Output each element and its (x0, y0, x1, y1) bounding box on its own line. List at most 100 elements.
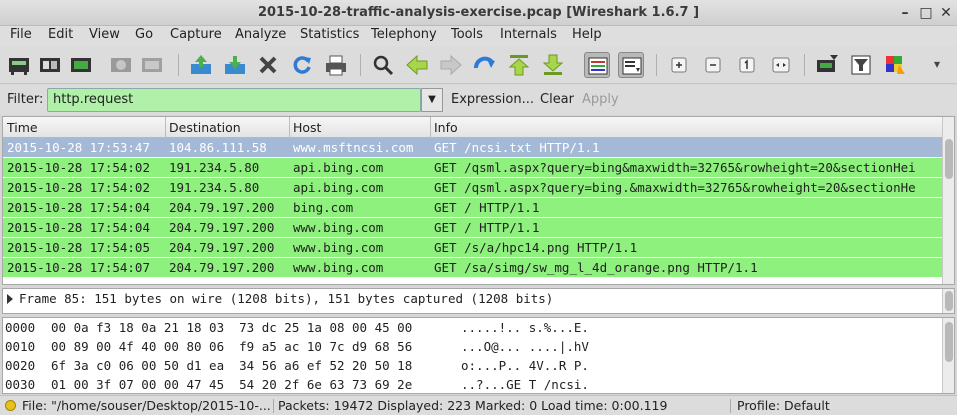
last-packet-icon[interactable] (540, 52, 566, 78)
hex-offset[interactable]: 0030 (5, 377, 35, 392)
hex-ascii[interactable]: .....!.. s.%...E. (461, 320, 589, 335)
menu-tools[interactable]: Tools (451, 27, 483, 42)
restart-capture-icon[interactable] (139, 52, 165, 78)
bytes-scrollbar[interactable] (942, 318, 954, 393)
column-destination[interactable]: Destination (167, 120, 241, 135)
expert-info-icon[interactable] (5, 400, 16, 411)
auto-scroll-icon[interactable] (618, 52, 644, 78)
menu-view[interactable]: View (89, 27, 120, 42)
filter-dropdown-button[interactable]: ▼ (421, 88, 443, 112)
packet-list-scrollbar[interactable] (942, 117, 954, 284)
packet-row[interactable]: 2015-10-28 17:53:47 104.86.111.58 www.msft… (3, 138, 943, 158)
menu-analyze[interactable]: Analyze (235, 27, 286, 42)
colorize-icon[interactable] (584, 52, 610, 78)
packet-list: Time Destination Host Info 2015-10-28 17… (2, 116, 955, 285)
packet-row[interactable]: 2015-10-28 17:54:07 204.79.197.200 www.bin… (3, 258, 943, 278)
find-icon[interactable] (370, 52, 396, 78)
menu-go[interactable]: Go (135, 27, 153, 42)
expand-arrow-icon[interactable] (7, 294, 13, 304)
stop-capture-icon[interactable] (108, 52, 134, 78)
menu-capture[interactable]: Capture (170, 27, 222, 42)
packet-row[interactable]: 2015-10-28 17:54:04 204.79.197.200 www.bin… (3, 218, 943, 238)
hex-bytes[interactable]: 01 00 3f 07 00 00 47 45 54 20 2f 6e 63 7… (51, 377, 412, 392)
chevron-down-icon: ▼ (428, 94, 436, 105)
capture-filters-icon[interactable] (814, 52, 840, 78)
column-divider[interactable] (165, 117, 166, 138)
menu-internals[interactable]: Internals (500, 27, 557, 42)
scrollbar-thumb[interactable] (945, 139, 953, 179)
hex-offset[interactable]: 0020 (5, 358, 35, 373)
frame-summary[interactable]: Frame 85: 151 bytes on wire (1208 bits),… (19, 291, 553, 306)
print-icon[interactable] (323, 52, 349, 78)
cell-destination: 204.79.197.200 (169, 220, 275, 235)
close-file-icon[interactable] (255, 52, 281, 78)
minimize-button[interactable]: – (897, 5, 913, 21)
column-divider[interactable] (430, 117, 431, 138)
column-info[interactable]: Info (432, 120, 458, 135)
hex-bytes[interactable]: 00 89 00 4f 40 00 80 06 f9 a5 ac 10 7c d… (51, 339, 412, 354)
cell-destination: 191.234.5.80 (169, 160, 260, 175)
expression-button[interactable]: Expression... (451, 92, 534, 107)
menu-telephony[interactable]: Telephony (371, 27, 437, 42)
close-button[interactable]: ✕ (938, 5, 954, 21)
menu-help[interactable]: Help (572, 27, 602, 42)
resize-columns-icon[interactable] (768, 52, 794, 78)
hex-ascii[interactable]: ...O@... ....|.hV (461, 339, 589, 354)
hex-offset[interactable]: 0000 (5, 320, 35, 335)
save-file-icon[interactable] (222, 52, 248, 78)
status-divider (730, 399, 731, 413)
go-to-packet-icon[interactable] (472, 52, 498, 78)
column-time[interactable]: Time (5, 120, 38, 135)
column-divider[interactable] (289, 117, 290, 138)
zoom-in-icon[interactable] (666, 52, 692, 78)
packet-row[interactable]: 2015-10-28 17:54:02 191.234.5.80 api.bing.… (3, 178, 943, 198)
display-filters-icon[interactable] (848, 52, 874, 78)
coloring-rules-icon[interactable] (882, 52, 908, 78)
cell-host: bing.com (293, 200, 354, 215)
menu-edit[interactable]: Edit (48, 27, 73, 42)
menu-file[interactable]: File (10, 27, 32, 42)
cell-time: 2015-10-28 17:54:04 (7, 220, 150, 235)
open-file-icon[interactable] (188, 52, 214, 78)
cell-time: 2015-10-28 17:54:05 (7, 240, 150, 255)
status-file: File: "/home/souser/Desktop/2015-10-... (22, 398, 271, 413)
maximize-button[interactable]: □ (918, 5, 934, 21)
menu-statistics[interactable]: Statistics (300, 27, 359, 42)
cell-destination: 191.234.5.80 (169, 180, 260, 195)
scrollbar-thumb[interactable] (945, 291, 953, 311)
cell-host: www.bing.com (293, 260, 384, 275)
scrollbar-thumb[interactable] (945, 322, 953, 362)
hex-bytes[interactable]: 6f 3a c0 06 00 50 d1 ea 34 56 a6 ef 52 2… (51, 358, 412, 373)
details-scrollbar[interactable] (942, 289, 954, 313)
packet-row[interactable]: 2015-10-28 17:54:05 204.79.197.200 www.bin… (3, 238, 943, 258)
forward-icon[interactable] (438, 52, 464, 78)
hex-bytes[interactable]: 00 0a f3 18 0a 21 18 03 73 dc 25 1a 08 0… (51, 320, 412, 335)
cell-info: GET /ncsi.txt HTTP/1.1 (434, 140, 600, 155)
clear-button[interactable]: Clear (540, 92, 574, 107)
hex-ascii[interactable]: ..?...GE T /ncsi. (461, 377, 589, 392)
cell-destination: 204.79.197.200 (169, 240, 275, 255)
reload-icon[interactable] (289, 52, 315, 78)
apply-button[interactable]: Apply (582, 92, 619, 107)
cell-host: www.bing.com (293, 240, 384, 255)
hex-ascii[interactable]: o:...P.. 4V..R P. (461, 358, 589, 373)
back-icon[interactable] (404, 52, 430, 78)
cell-time: 2015-10-28 17:54:02 (7, 160, 150, 175)
column-host[interactable]: Host (291, 120, 321, 135)
packet-bytes: 0000 00 0a f3 18 0a 21 18 03 73 dc 25 1a … (2, 317, 955, 394)
packet-row[interactable]: 2015-10-28 17:54:02 191.234.5.80 api.bing.… (3, 158, 943, 178)
filter-input[interactable]: http.request (47, 88, 421, 112)
cell-destination: 104.86.111.58 (169, 140, 267, 155)
hex-offset[interactable]: 0010 (5, 339, 35, 354)
cell-host: api.bing.com (293, 180, 384, 195)
toolbar-overflow-button[interactable]: ▾ (930, 52, 948, 78)
normal-size-icon[interactable] (734, 52, 760, 78)
first-packet-icon[interactable] (506, 52, 532, 78)
status-profile[interactable]: Profile: Default (737, 398, 830, 413)
capture-options-icon[interactable] (37, 52, 63, 78)
zoom-out-icon[interactable] (700, 52, 726, 78)
packet-row[interactable]: 2015-10-28 17:54:04 204.79.197.200 bing.co… (3, 198, 943, 218)
cell-info: GET /s/a/hpc14.png HTTP/1.1 (434, 240, 638, 255)
start-capture-icon[interactable] (68, 52, 94, 78)
interface-list-icon[interactable] (6, 52, 32, 78)
